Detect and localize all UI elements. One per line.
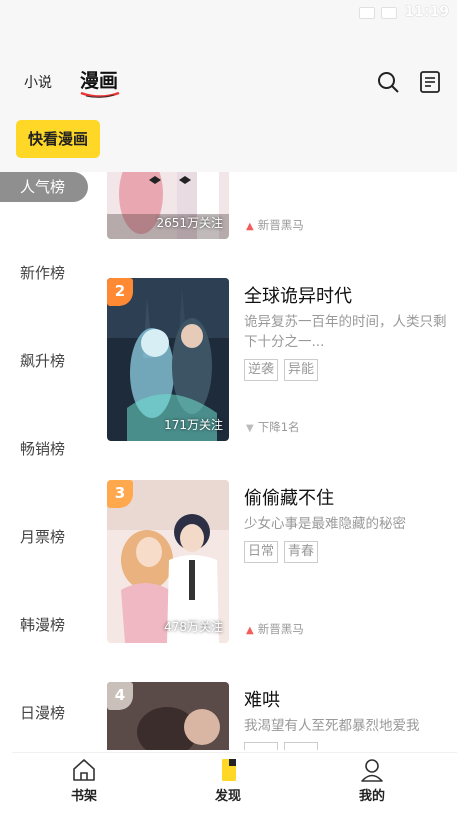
clock: 11:19	[404, 4, 449, 20]
nav-label: 发现	[214, 789, 241, 804]
tag: 异能	[284, 359, 319, 381]
top-header: 小说 漫画	[0, 28, 457, 120]
tab-novel[interactable]: 小说	[24, 72, 52, 92]
follower-count: 2651万关注	[156, 216, 223, 230]
comic-cover[interactable]: 4	[107, 682, 229, 750]
comic-list: 2651万关注 ▲ 新晋黑马 2 171万关注 全球诡异时代 诡异复苏一百年的时…	[96, 172, 457, 750]
comic-title[interactable]: 全球诡异时代	[244, 282, 352, 308]
sidebar-item-monthly-ticket[interactable]: 月票榜	[0, 522, 90, 552]
sidebar-item-new[interactable]: 新作榜	[0, 258, 90, 288]
down-arrow-icon: ▼	[246, 423, 254, 434]
trend-label: ▼ 下降1名	[246, 420, 300, 434]
comic-cover[interactable]: 2651万关注	[107, 172, 229, 239]
nav-bookshelf[interactable]: 书架	[54, 757, 114, 804]
flame-icon: ▲	[246, 221, 254, 232]
house-icon	[73, 759, 95, 781]
active-tab-underline	[80, 91, 120, 98]
list-item[interactable]: 2651万关注 ▲ 新晋黑马	[96, 172, 457, 244]
trend-label: ▲ 新晋黑马	[246, 218, 304, 232]
battery-icon	[381, 7, 397, 19]
comic-cover[interactable]: 2 171万关注	[107, 278, 229, 441]
ranking-sidebar: 人气榜 新作榜 飙升榜 畅销榜 月票榜 韩漫榜 日漫榜	[0, 172, 96, 752]
tab-comic[interactable]: 漫画	[80, 66, 118, 93]
sidebar-item-rising[interactable]: 飙升榜	[0, 346, 90, 376]
sidebar-item-japanese[interactable]: 日漫榜	[0, 698, 90, 728]
nav-label: 我的	[358, 789, 385, 804]
comic-title[interactable]: 难哄	[244, 686, 280, 712]
tag	[284, 742, 318, 750]
comic-description: 诡异复苏一百年的时间，人类只剩下十分之一...	[244, 314, 447, 350]
wifi-icon	[359, 7, 375, 19]
nav-discover[interactable]: 发现	[198, 757, 258, 804]
nav-mine[interactable]: 我的	[342, 757, 402, 804]
search-icon[interactable]	[376, 70, 400, 94]
comic-description: 我渴望有人至死都暴烈地爱我	[244, 718, 420, 734]
tag-list	[244, 742, 324, 750]
flame-icon: ▲	[246, 625, 254, 636]
list-item[interactable]: 2 171万关注 全球诡异时代 诡异复苏一百年的时间，人类只剩下十分之一... …	[96, 278, 457, 446]
tag: 青春	[284, 541, 319, 563]
follower-count: 171万关注	[164, 418, 223, 432]
bookmark-icon	[222, 759, 236, 781]
trend-label: ▲ 新晋黑马	[246, 622, 304, 636]
sidebar-item-popular[interactable]: 人气榜	[0, 172, 88, 202]
comic-title[interactable]: 偷偷藏不住	[244, 484, 334, 510]
list-item[interactable]: 3 478万关注 偷偷藏不住 少女心事是最难隐藏的秘密 日常 青春 ▲ 新晋黑马	[96, 480, 457, 648]
tag: 逆袭	[244, 359, 279, 381]
status-icons	[359, 7, 399, 21]
comic-description: 少女心事是最难隐藏的秘密	[244, 516, 406, 532]
tag-list: 日常 青春	[244, 540, 324, 563]
follower-count: 478万关注	[164, 620, 223, 634]
comic-cover[interactable]: 3 478万关注	[107, 480, 229, 643]
sidebar-item-korean[interactable]: 韩漫榜	[0, 610, 90, 640]
status-bar: 11:19	[0, 0, 457, 28]
person-icon	[361, 759, 383, 782]
kuaikan-badge: 快看漫画	[16, 120, 100, 158]
sidebar-item-bestseller[interactable]: 畅销榜	[0, 434, 90, 464]
history-icon[interactable]	[418, 70, 442, 94]
tag-list: 逆袭 异能	[244, 358, 324, 381]
bottom-nav: 书架 发现 我的	[12, 752, 457, 814]
list-item[interactable]: 4 难哄 我渴望有人至死都暴烈地爱我	[96, 682, 457, 750]
nav-label: 书架	[70, 789, 97, 804]
tag	[244, 742, 278, 750]
tag: 日常	[244, 541, 279, 563]
